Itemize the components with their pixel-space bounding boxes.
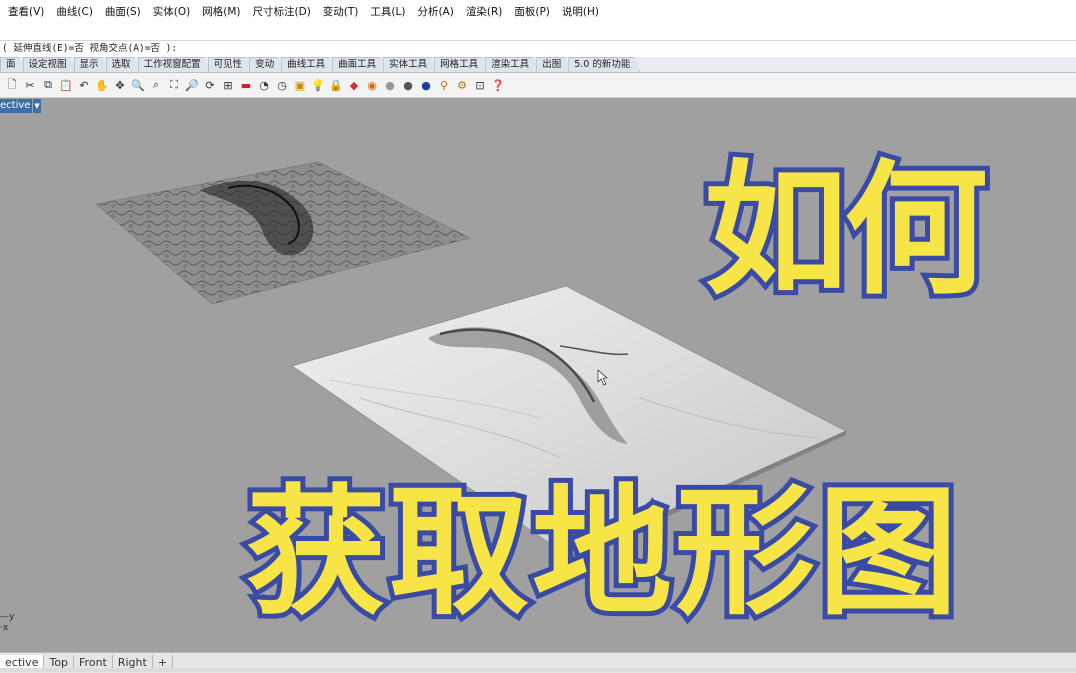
menu-mesh[interactable]: 网格(M) (198, 4, 244, 19)
pin-icon[interactable]: ⚲ (436, 77, 452, 93)
contour-map-plane (95, 161, 471, 305)
sphere-white-icon[interactable]: ● (382, 77, 398, 93)
viewport-menu-arrow-icon[interactable]: ▼ (32, 99, 41, 113)
undo-icon[interactable]: ↶ (76, 77, 92, 93)
light-icon[interactable]: 💡 (310, 77, 326, 93)
tab-display[interactable]: 显示 (74, 57, 109, 72)
move-icon[interactable]: ✥ (112, 77, 128, 93)
menu-analyze[interactable]: 分析(A) (413, 4, 457, 19)
overlay-title-line1: 如何 (699, 146, 993, 314)
tab-transform[interactable]: 变动 (249, 57, 284, 72)
menu-curve[interactable]: 曲线(C) (52, 4, 97, 19)
axis-y-label: y (9, 612, 15, 622)
tab-render-tools[interactable]: 渲染工具 (485, 57, 539, 72)
color-wheel-icon[interactable]: ◉ (364, 77, 380, 93)
axis-x-label: x (2, 623, 9, 633)
tab-mesh-tools[interactable]: 网格工具 (434, 57, 488, 72)
tab-surface-tools[interactable]: 曲面工具 (332, 57, 386, 72)
tab-select[interactable]: 选取 (106, 57, 141, 72)
menu-tools[interactable]: 工具(L) (366, 4, 409, 19)
new-icon[interactable]: 🗋 (4, 77, 20, 93)
zoom-selected-icon[interactable]: 🔎 (184, 77, 200, 93)
overlay-title-line2: 获取地形图 (241, 472, 963, 635)
menu-bar: 查看(V) 曲线(C) 曲面(S) 实体(O) 网格(M) 尺寸标注(D) 变动… (0, 0, 1076, 23)
tab-visibility[interactable]: 可见性 (208, 57, 253, 72)
gear-icon[interactable]: ⚙ (454, 77, 470, 93)
tab-curve-tools[interactable]: 曲线工具 (281, 57, 335, 72)
zoom-extents-icon[interactable]: ⛶ (166, 77, 182, 93)
tab-standard[interactable]: 面 (0, 57, 26, 72)
named-view-icon[interactable]: ▣ (292, 77, 308, 93)
command-prompt[interactable]: ( 延伸直线(E)=否 视角交点(A)=否 ): (0, 40, 1076, 58)
help-icon[interactable]: ❓ (490, 77, 506, 93)
world-axes: —y ·x (0, 612, 15, 633)
tab-drafting[interactable]: 出图 (536, 57, 571, 72)
sphere-blue-icon[interactable]: ● (418, 77, 434, 93)
command-history (0, 22, 1076, 40)
car-icon[interactable]: ▬ (238, 77, 254, 93)
menu-panels[interactable]: 面板(P) (510, 4, 554, 19)
tab-new-in-v5[interactable]: 5.0 的新功能 (568, 57, 640, 72)
menu-view[interactable]: 查看(V) (4, 4, 48, 19)
viewport-title[interactable]: ective (0, 99, 34, 113)
menu-help[interactable]: 说明(H) (558, 4, 603, 19)
layer-icon[interactable]: ◆ (346, 77, 362, 93)
tab-solid-tools[interactable]: 实体工具 (383, 57, 437, 72)
tab-viewport-layout[interactable]: 工作视窗配置 (138, 57, 211, 72)
zoom-window-icon[interactable]: ⌕ (148, 77, 164, 93)
menu-dimension[interactable]: 尺寸标注(D) (249, 4, 315, 19)
rotate-view-icon[interactable]: ⟳ (202, 77, 218, 93)
clock-icon[interactable]: ◷ (274, 77, 290, 93)
sphere-gray-icon[interactable]: ● (400, 77, 416, 93)
menu-surface[interactable]: 曲面(S) (101, 4, 145, 19)
status-bar (0, 668, 1076, 672)
paste-icon[interactable]: 📋 (58, 77, 74, 93)
tab-set-view[interactable]: 设定视图 (23, 57, 77, 72)
camera-icon[interactable]: ◔ (256, 77, 272, 93)
grid-snap-icon[interactable]: ⊡ (472, 77, 488, 93)
cut-icon[interactable]: ✂ (22, 77, 38, 93)
four-views-icon[interactable]: ⊞ (220, 77, 236, 93)
toolbar-tabs: 面 设定视图 显示 选取 工作视窗配置 可见性 变动 曲线工具 曲面工具 实体工… (0, 57, 1076, 73)
pan-icon[interactable]: ✋ (94, 77, 110, 93)
lock-icon[interactable]: 🔒 (328, 77, 344, 93)
copy-icon[interactable]: ⧉ (40, 77, 56, 93)
main-toolbar: 🗋 ✂ ⧉ 📋 ↶ ✋ ✥ 🔍 ⌕ ⛶ 🔎 ⟳ ⊞ ▬ ◔ ◷ ▣ 💡 🔒 ◆ … (0, 73, 1076, 98)
zoom-icon[interactable]: 🔍 (130, 77, 146, 93)
menu-solid[interactable]: 实体(O) (149, 4, 194, 19)
menu-transform[interactable]: 变动(T) (319, 4, 363, 19)
menu-render[interactable]: 渲染(R) (462, 4, 507, 19)
